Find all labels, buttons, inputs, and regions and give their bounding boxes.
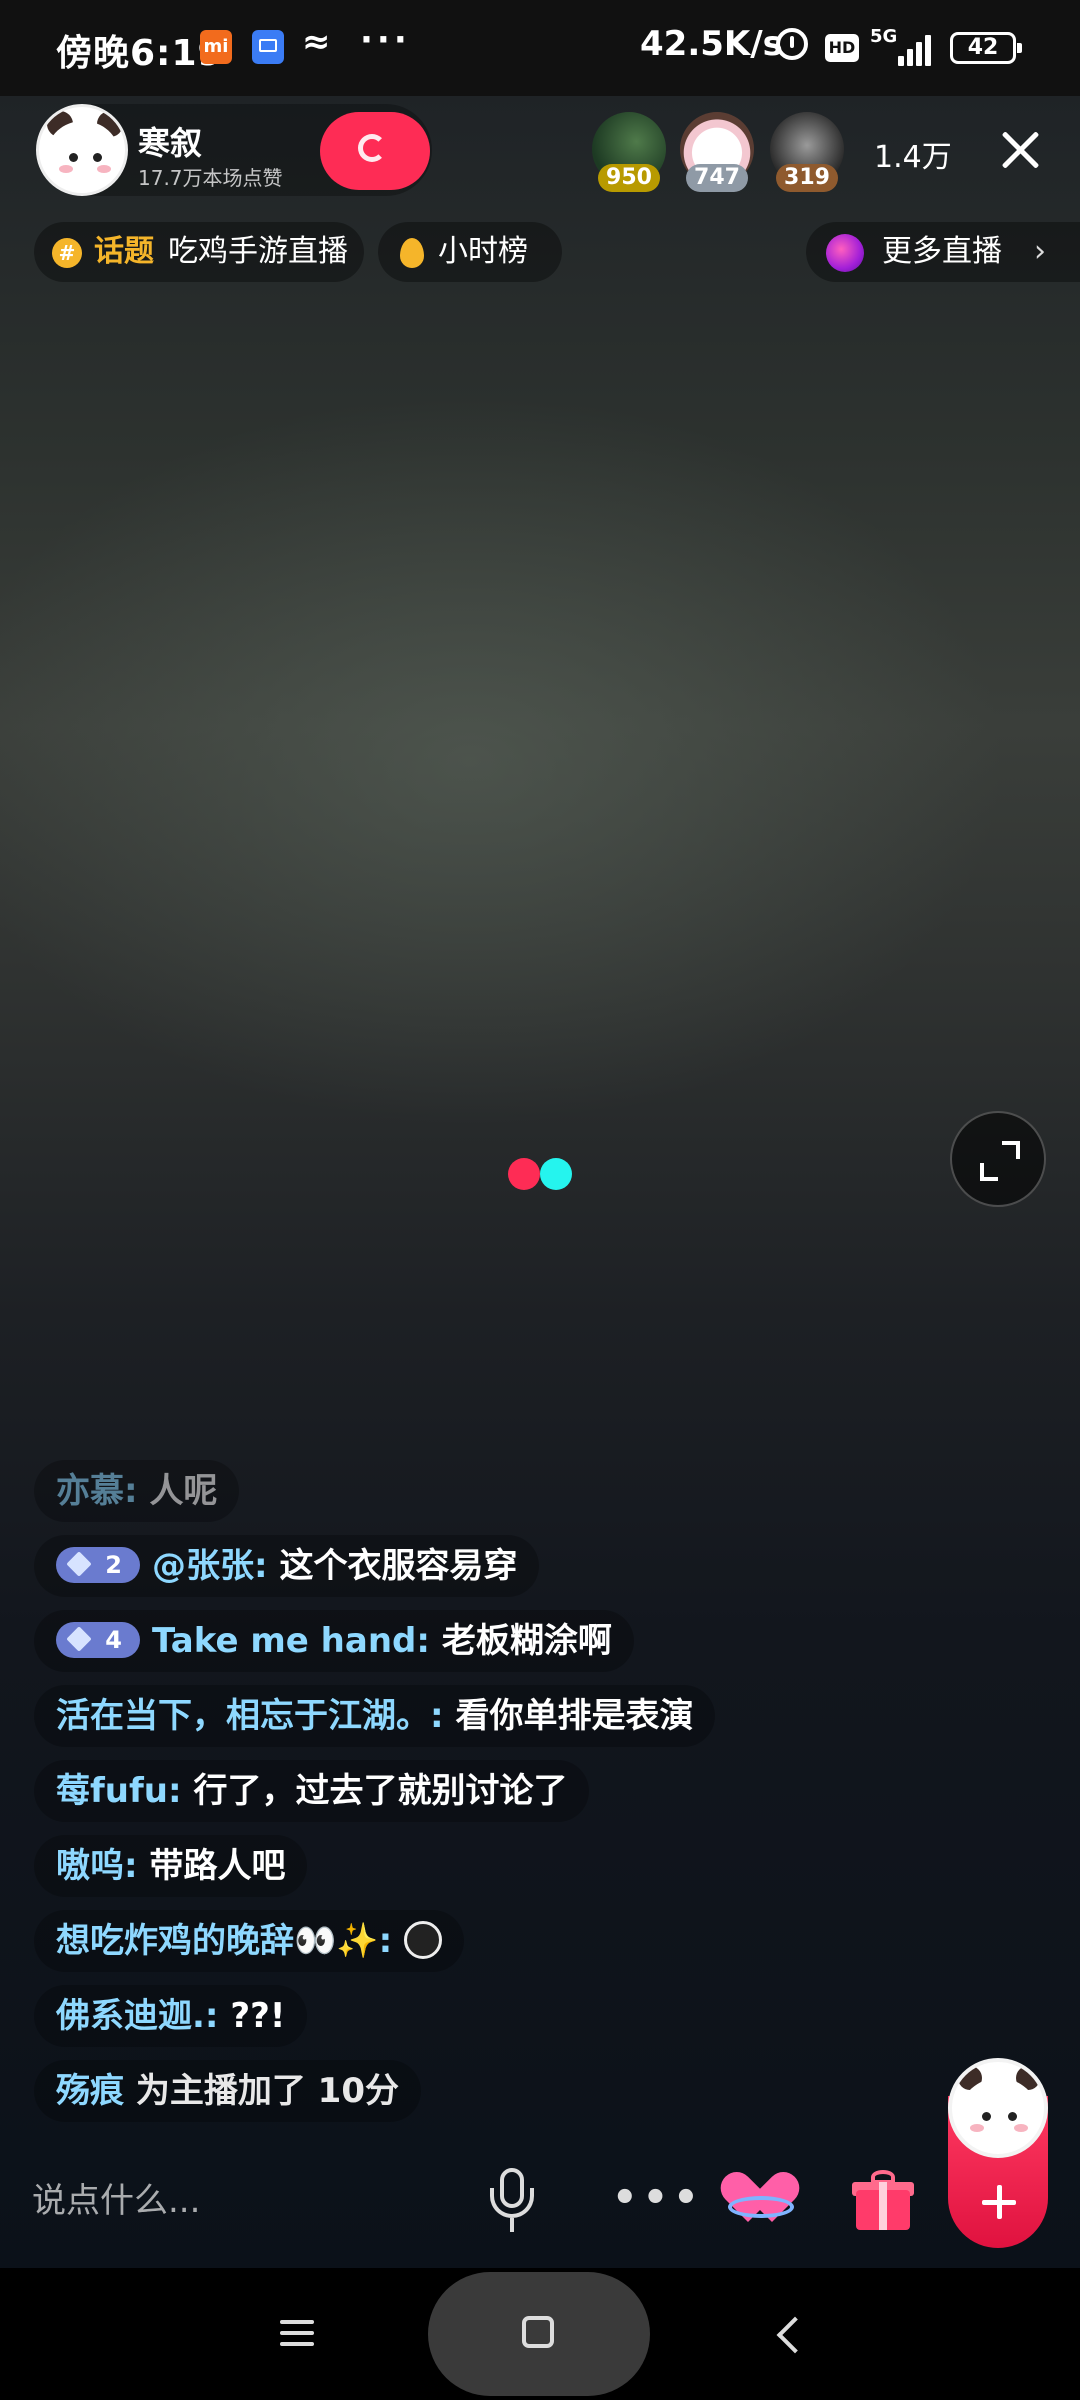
comment-input[interactable] [30,2160,474,2242]
chat-separator: : [416,1621,430,1661]
status-bar: 傍晚6:19 mi ≈ ··· 42.5K/s HD 5G 42 [0,0,1080,96]
level-badge: 4 [56,1621,140,1658]
connector-icon: ≈ [302,22,331,62]
status-time: 傍晚6:19 [56,33,224,74]
network-speed: 42.5K/s [640,24,783,64]
chat-text: ??! [230,1996,286,2036]
panda-sticker-avatar[interactable] [948,2058,1048,2158]
chat-separator: : [254,1546,268,1586]
chat-message[interactable]: 莓fufu: 行了，过去了就别讨论了 [34,1760,590,1822]
alarm-icon [776,28,808,60]
more-live-label: 更多直播 [882,234,1002,269]
chat-username[interactable]: 亦慕 [56,1471,124,1511]
chat-separator: : [378,1921,393,1961]
viewer-score: 747 [686,164,748,192]
level-badge: 2 [56,1546,140,1583]
chat-text: 带路人吧 [149,1846,286,1886]
more-notifications-icon: ··· [360,20,411,60]
chat-username[interactable]: 殇痕 [56,2071,124,2111]
more-live-icon [826,234,864,272]
chat-message[interactable]: 2 @张张: 这个衣服容易穿 [34,1535,540,1597]
chat-message[interactable]: 4 Take me hand: 老板糊涂啊 [34,1610,634,1672]
top-viewer-1[interactable]: 950 [592,112,666,192]
loading-dot-cyan [540,1158,572,1190]
chat-username[interactable]: @张张 [152,1546,254,1586]
top-viewer-2[interactable]: 747 [680,112,754,192]
fullscreen-button[interactable] [950,1111,1046,1207]
host-name: 寒叙 [138,124,203,162]
host-avatar[interactable] [36,104,128,196]
topic-chip[interactable]: # 话题 吃鸡手游直播 [34,222,364,282]
chat-username[interactable]: Take me hand [152,1621,416,1661]
chat-text: 行了，过去了就别讨论了 [193,1771,568,1811]
chat-text: 老板糊涂啊 [441,1621,612,1661]
expand-icon [1002,1141,1020,1159]
hour-rank-chip[interactable]: 小时榜 [378,222,562,282]
chat-text: 看你单排是表演 [455,1696,694,1736]
chat-list[interactable]: 亦慕: 人呢 2 @张张: 这个衣服容易穿 4 Take me hand: 老板糊涂… [34,1460,934,2135]
chat-separator: : [204,1996,219,2036]
chevron-right-icon: › [1034,234,1046,269]
more-options-icon[interactable]: ••• [612,2178,704,2218]
chat-message[interactable]: 嗷呜: 带路人吧 [34,1835,308,1897]
hd-icon: HD [825,34,859,62]
signal-icon [898,30,938,66]
back-icon[interactable] [774,2314,800,2354]
viewer-count[interactable]: 1.4万 [874,132,952,176]
hour-rank-label: 小时榜 [438,234,528,269]
chat-username[interactable]: 活在当下，相忘于江湖。 [56,1696,430,1736]
battery-icon: 42 [950,32,1022,64]
chat-separator: : [124,1846,138,1886]
chat-separator: : [430,1696,444,1736]
close-icon[interactable] [994,124,1046,176]
chat-username[interactable]: 佛系迪迦. [56,1996,205,2036]
network-type: 5G [870,26,898,47]
more-live-chip[interactable]: 更多直播 › [806,222,1080,282]
chat-message[interactable]: 想吃炸鸡的晚辞👀✨: [34,1910,465,1972]
chat-text: 这个衣服容易穿 [279,1546,518,1586]
chat-text: 人呢 [149,1471,218,1511]
mi-app-icon: mi [200,30,232,64]
microphone-icon[interactable] [486,2166,542,2234]
chat-text: 为主播加了 10分 [124,2071,399,2111]
chat-username[interactable]: 嗷呜 [56,1846,124,1886]
flame-icon [400,238,424,268]
chat-message[interactable]: 佛系迪迦.: ??! [34,1985,308,2047]
chat-separator: : [168,1771,182,1811]
topic-name: 吃鸡手游直播 [168,234,348,269]
sticker-emoji-icon [404,1920,443,1959]
top-viewer-3[interactable]: 319 [770,112,844,192]
chat-username[interactable]: 莓fufu [56,1771,168,1811]
loading-dot-red [508,1158,540,1190]
viewer-score: 319 [776,164,838,192]
gift-icon[interactable] [852,2170,914,2232]
chat-message[interactable]: 亦慕: 人呢 [34,1460,240,1522]
chat-message[interactable]: 活在当下，相忘于江湖。: 看你单排是表演 [34,1685,716,1747]
topic-keyword: 话题 [94,234,154,269]
hashtag-icon: # [52,238,82,268]
heart-planet-icon[interactable] [714,2165,806,2236]
chat-username[interactable]: 想吃炸鸡的晚辞👀✨ [56,1921,379,1961]
home-button[interactable] [428,2272,650,2396]
host-likes: 17.7万本场点赞 [138,166,283,190]
viewer-score: 950 [598,164,660,192]
follow-button[interactable] [320,112,430,190]
message-icon [252,30,284,64]
menu-icon[interactable] [280,2318,314,2348]
system-message[interactable]: 殇痕 为主播加了 10分 [34,2060,421,2122]
chat-separator: : [124,1471,138,1511]
